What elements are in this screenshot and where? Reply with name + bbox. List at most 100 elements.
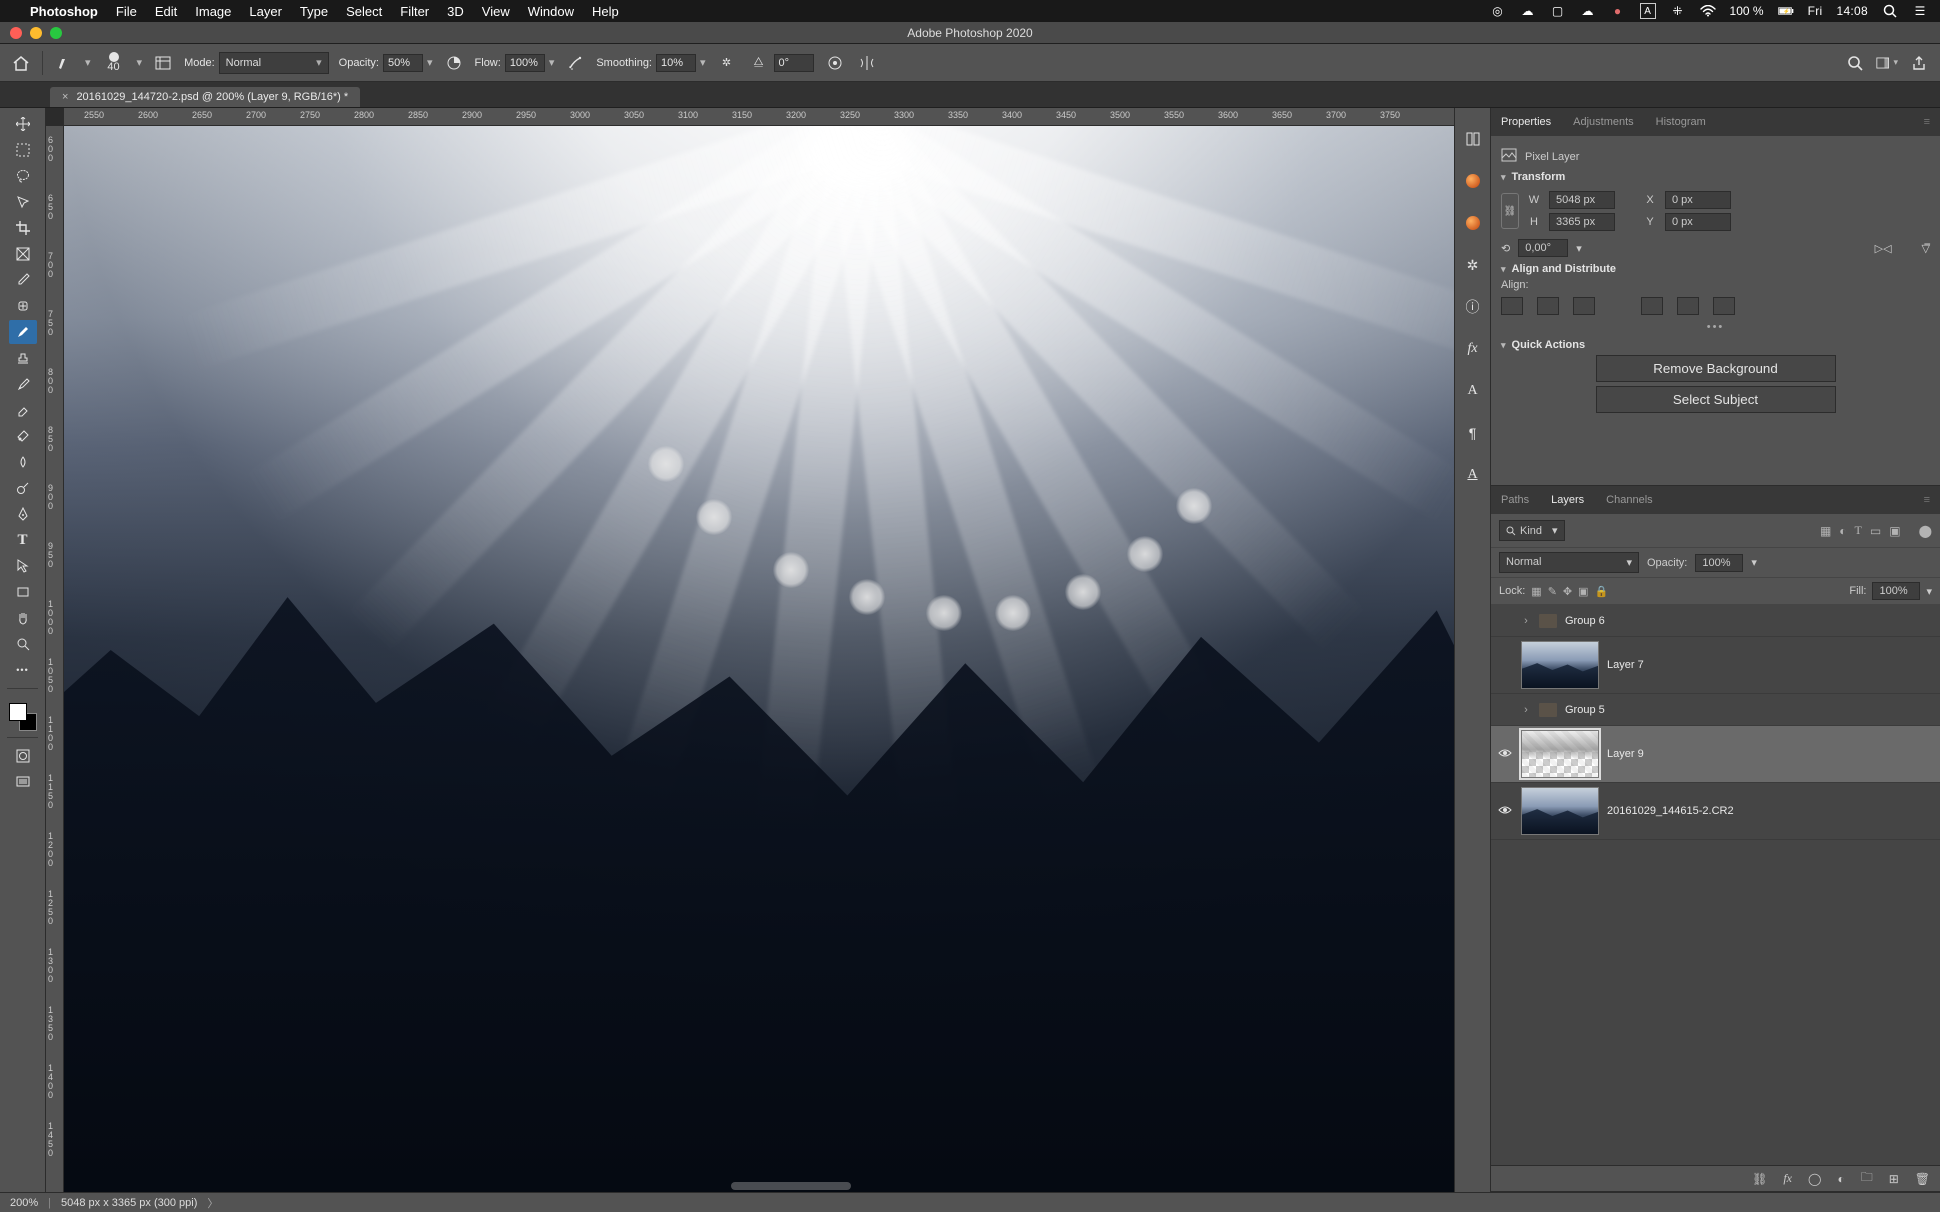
layer-thumbnail[interactable] [1521,730,1599,778]
wifi-icon[interactable] [1700,3,1716,19]
keyboard-input-icon[interactable]: A [1640,3,1656,19]
layer-filter-kind[interactable]: Kind [1499,520,1565,541]
hand-tool[interactable] [9,606,37,630]
remove-background-button[interactable]: Remove Background [1596,355,1836,382]
align-vcenter-icon[interactable] [1677,297,1699,315]
zoom-window-button[interactable] [50,27,62,39]
tool-preset-picker[interactable] [53,52,75,74]
blend-mode-select[interactable]: Normal [219,52,329,74]
align-left-icon[interactable] [1501,297,1523,315]
menu-view[interactable]: View [482,4,510,19]
menu-image[interactable]: Image [195,4,231,19]
horizontal-ruler[interactable]: 2550260026502700275028002850290029503000… [64,108,1454,126]
minimize-window-button[interactable] [30,27,42,39]
panel-menu-icon[interactable]: ≡ [1924,116,1930,128]
battery-icon[interactable]: ⚡ [1778,3,1794,19]
dock-icon-libraries[interactable] [1462,128,1484,150]
menu-layer[interactable]: Layer [249,4,282,19]
close-window-button[interactable] [10,27,22,39]
menu-window[interactable]: Window [528,4,574,19]
dodge-tool[interactable] [9,476,37,500]
search-icon[interactable] [1844,52,1866,74]
menu-type[interactable]: Type [300,4,328,19]
new-group-icon[interactable]: 🗀 [1861,1168,1873,1189]
path-select-tool[interactable] [9,554,37,578]
smoothing-chevron-icon[interactable]: ▾ [700,56,706,69]
menu-edit[interactable]: Edit [155,4,177,19]
visibility-toggle[interactable] [1497,804,1513,818]
dock-icon-info[interactable]: ⓘ [1462,296,1484,318]
vertical-ruler[interactable]: 6006507007508008509009501000105011001150… [46,126,64,1192]
blur-tool[interactable] [9,450,37,474]
align-section-header[interactable]: Align and Distribute [1501,263,1930,275]
dock-icon-paragraph[interactable]: ¶ [1462,422,1484,444]
document-dimensions[interactable]: 5048 px x 3365 px (300 ppi) [61,1197,197,1209]
menu-select[interactable]: Select [346,4,382,19]
tab-paths[interactable]: Paths [1501,494,1529,506]
cc-status-icon[interactable]: ◎ [1490,3,1506,19]
crop-tool[interactable] [9,216,37,240]
tray-icon-1[interactable]: ▢ [1550,3,1566,19]
filter-pixel-icon[interactable]: ▦ [1820,524,1831,538]
dock-icon-swatches[interactable] [1462,212,1484,234]
marquee-tool[interactable] [9,138,37,162]
zoom-value[interactable]: 200% [10,1197,38,1209]
delete-layer-icon[interactable]: 🗑 [1915,1172,1930,1186]
foreground-swatch[interactable] [9,703,27,721]
tray-icon-2[interactable]: ☁ [1580,3,1596,19]
lock-image-icon[interactable]: ✎ [1548,585,1557,598]
layer-row[interactable]: Layer 9 [1491,726,1940,783]
flow-chevron-icon[interactable]: ▾ [549,56,555,69]
disclosure-icon[interactable]: › [1521,615,1531,627]
spotlight-icon[interactable] [1882,3,1898,19]
clock-day[interactable]: Fri [1808,4,1823,18]
zoom-tool[interactable] [9,632,37,656]
smoothing-options-icon[interactable]: ✲ [716,52,738,74]
filter-toggle-icon[interactable]: ⬤ [1919,524,1932,538]
clock-time[interactable]: 14:08 [1836,4,1868,18]
layer-thumbnail[interactable] [1521,787,1599,835]
layer-mask-icon[interactable]: ◯ [1808,1172,1821,1186]
filter-type-icon[interactable]: T [1855,523,1862,538]
transform-section-header[interactable]: Transform [1501,171,1930,183]
layer-name[interactable]: 20161029_144615-2.CR2 [1607,805,1734,817]
edit-toolbar-button[interactable]: ••• [9,658,37,682]
layer-thumbnail[interactable] [1521,641,1599,689]
layer-row[interactable]: 20161029_144615-2.CR2 [1491,783,1940,840]
filter-shape-icon[interactable]: ▭ [1870,524,1881,538]
quick-mask-button[interactable] [9,744,37,768]
tray-icon-3[interactable]: ● [1610,3,1626,19]
layer-group-row[interactable]: › Group 6 [1491,605,1940,637]
dock-icon-character[interactable]: A [1462,380,1484,402]
app-menu[interactable]: Photoshop [30,4,98,19]
screen-mode-button[interactable] [9,770,37,794]
tab-histogram[interactable]: Histogram [1656,116,1706,128]
control-center-icon[interactable]: ☰ [1912,3,1928,19]
new-adjustment-icon[interactable]: ◐ [1837,1172,1844,1186]
eraser-tool[interactable] [9,398,37,422]
workspace-switcher-icon[interactable] [1876,52,1898,74]
document-canvas[interactable] [64,126,1454,1192]
move-tool[interactable] [9,112,37,136]
close-tab-icon[interactable]: × [62,91,68,103]
brush-preset-picker[interactable]: 40 [101,52,127,73]
stamp-tool[interactable] [9,346,37,370]
layer-opacity-value[interactable]: 100% [1695,554,1743,572]
layer-name[interactable]: Group 6 [1565,615,1605,627]
pressure-opacity-icon[interactable] [443,52,465,74]
shape-tool[interactable] [9,580,37,604]
width-value[interactable]: 5048 px [1549,191,1615,209]
more-options-icon[interactable]: ••• [1501,321,1930,333]
fill-chevron-icon[interactable]: ▾ [1926,585,1932,598]
gradient-tool[interactable] [9,424,37,448]
align-hcenter-icon[interactable] [1537,297,1559,315]
link-wh-icon[interactable]: ⛓ [1501,193,1519,229]
brush-angle-value[interactable]: 0° [774,54,814,72]
smoothing-value[interactable]: 10% [656,54,696,72]
lock-position-icon[interactable]: ✥ [1563,585,1572,598]
share-icon[interactable] [1908,52,1930,74]
align-top-icon[interactable] [1641,297,1663,315]
cc-sync-icon[interactable]: ☁ [1520,3,1536,19]
flip-horizontal-icon[interactable]: ▷◁ [1875,242,1892,255]
frame-tool[interactable] [9,242,37,266]
